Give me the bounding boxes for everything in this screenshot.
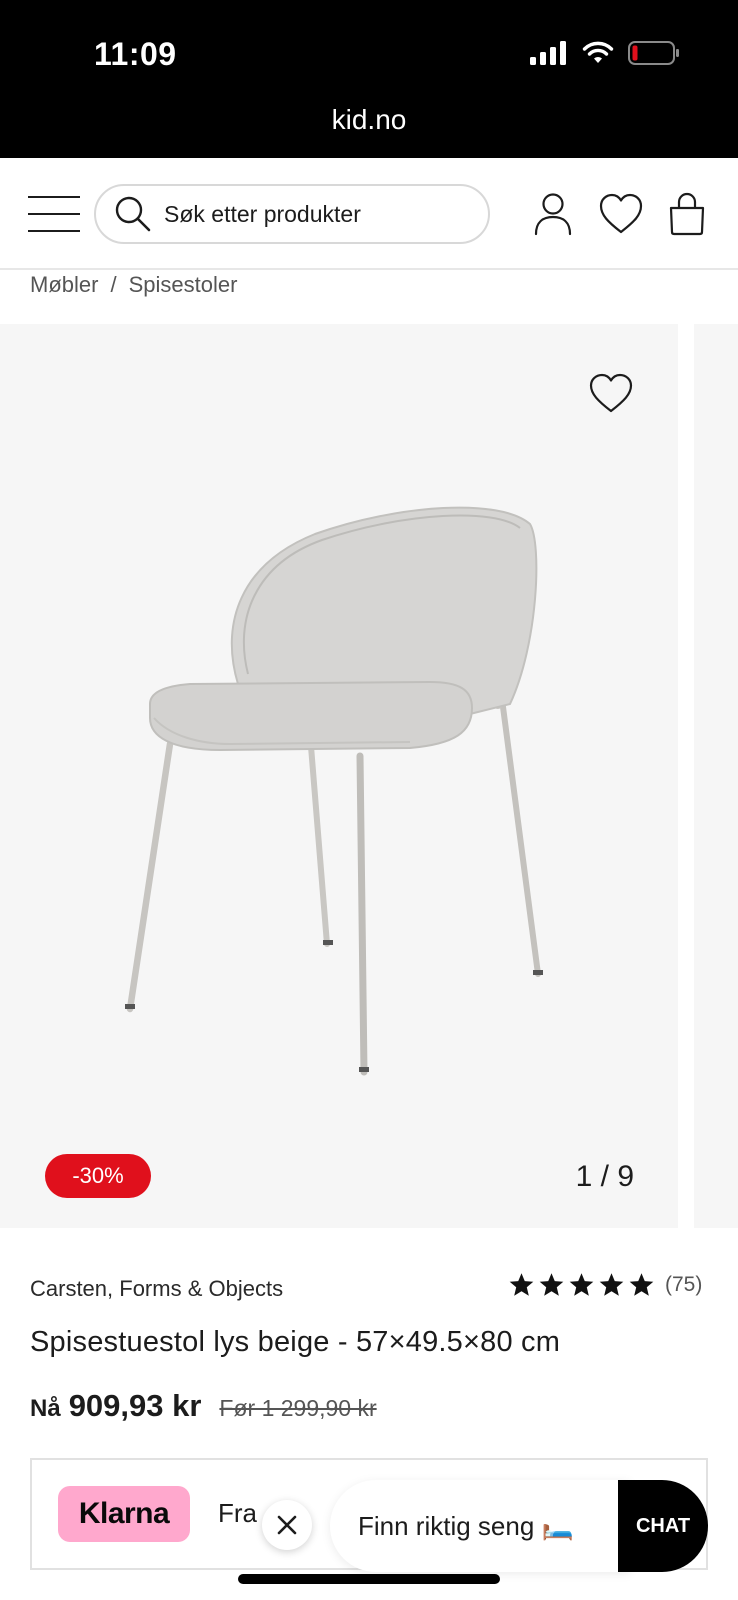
klarna-logo: Klarna bbox=[58, 1486, 190, 1542]
menu-icon[interactable] bbox=[28, 196, 80, 232]
battery-icon bbox=[628, 41, 679, 65]
search-input[interactable]: Søk etter produkter bbox=[94, 184, 490, 244]
wifi-icon bbox=[582, 41, 614, 63]
review-count: (75) bbox=[665, 1273, 703, 1296]
next-image-preview[interactable] bbox=[694, 324, 738, 1228]
price-now-label: Nå bbox=[30, 1395, 61, 1422]
chat-button[interactable]: CHAT bbox=[618, 1480, 708, 1572]
star-icon bbox=[509, 1273, 534, 1296]
star-icon bbox=[629, 1273, 654, 1296]
home-indicator[interactable] bbox=[238, 1574, 500, 1584]
breadcrumb-separator: / bbox=[110, 272, 117, 297]
status-bar: 11:09 kid.no bbox=[0, 0, 738, 158]
user-icon[interactable] bbox=[532, 192, 574, 236]
search-placeholder: Søk etter produkter bbox=[164, 200, 361, 227]
price-before: Før 1 299,90 kr bbox=[219, 1395, 377, 1421]
bag-icon[interactable] bbox=[668, 192, 706, 236]
finn-riktig-seng-label: Finn riktig seng 🛏️ bbox=[358, 1510, 574, 1541]
klarna-text: Fra bbox=[218, 1498, 257, 1528]
product-rating[interactable]: (75) bbox=[508, 1272, 702, 1298]
wishlist-heart-icon[interactable] bbox=[588, 372, 634, 414]
signal-icon bbox=[530, 41, 566, 65]
status-icons bbox=[530, 40, 680, 66]
star-icon bbox=[569, 1273, 594, 1296]
breadcrumb: Møbler / Spisestoler bbox=[30, 272, 237, 298]
star-icon bbox=[539, 1273, 564, 1296]
product-image-gallery[interactable]: -30% 1 / 9 bbox=[0, 324, 678, 1228]
product-image-chair bbox=[125, 506, 543, 1076]
url-bar[interactable]: kid.no bbox=[0, 104, 738, 136]
star-icon bbox=[599, 1273, 624, 1296]
finn-riktig-seng-button[interactable]: Finn riktig seng 🛏️ bbox=[330, 1480, 630, 1572]
site-header: Søk etter produkter bbox=[0, 158, 738, 270]
rating-stars bbox=[508, 1272, 655, 1298]
status-time: 11:09 bbox=[94, 36, 177, 72]
search-icon bbox=[115, 196, 151, 232]
breadcrumb-item-mobler[interactable]: Møbler bbox=[30, 272, 98, 298]
breadcrumb-item-spisestoler[interactable]: Spisestoler bbox=[129, 272, 238, 298]
close-widget-button[interactable] bbox=[262, 1500, 312, 1550]
image-counter: 1 / 9 bbox=[575, 1160, 634, 1193]
product-brand[interactable]: Carsten, Forms & Objects bbox=[30, 1276, 283, 1302]
price-now: 909,93 kr bbox=[68, 1388, 202, 1423]
close-icon bbox=[277, 1515, 297, 1535]
heart-icon[interactable] bbox=[598, 192, 644, 236]
product-title: Spisestuestol lys beige - 57×49.5×80 cm bbox=[30, 1326, 561, 1358]
discount-badge: -30% bbox=[45, 1154, 151, 1198]
price-row: Nå 909,93 kr Før 1 299,90 kr bbox=[30, 1388, 377, 1424]
